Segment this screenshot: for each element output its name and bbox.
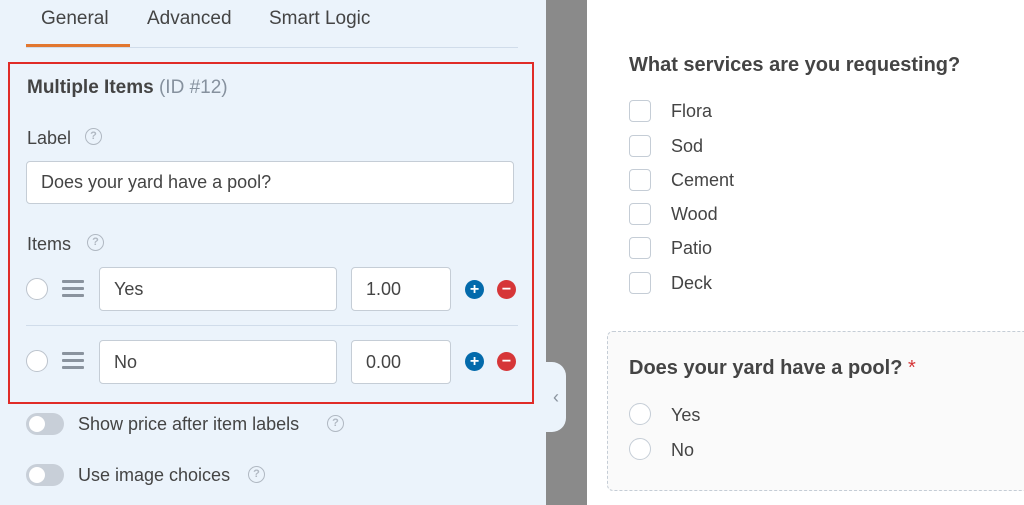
item-label-input[interactable]: No <box>99 340 337 384</box>
option-label: Sod <box>671 136 704 156</box>
radio[interactable] <box>629 403 651 425</box>
question-circle-icon[interactable]: ? <box>87 234 104 251</box>
tab-advanced[interactable]: Advanced <box>147 8 232 30</box>
question-circle-icon[interactable]: ? <box>327 415 344 432</box>
option-label: Patio <box>671 238 713 258</box>
option-label: Deck <box>671 273 713 293</box>
item-price-value: 1.00 <box>366 278 402 299</box>
field-title: Multiple Items (ID #12) <box>27 77 228 99</box>
tab-smart-logic[interactable]: Smart Logic <box>269 8 370 30</box>
item-label-input[interactable]: Yes <box>99 267 337 311</box>
minus-circle-icon[interactable]: − <box>497 280 516 299</box>
image-choices-toggle[interactable] <box>26 464 64 486</box>
option-label: Wood <box>671 204 718 224</box>
tab-general[interactable]: General <box>41 8 109 30</box>
selected-field-preview[interactable] <box>607 331 1024 491</box>
plus-circle-icon[interactable]: + <box>465 352 484 371</box>
show-price-label: Show price after item labels <box>78 414 300 434</box>
question-circle-icon[interactable]: ? <box>85 128 102 145</box>
option-label: Yes <box>671 405 701 425</box>
chevron-left-icon[interactable]: ‹ <box>546 362 566 432</box>
checkbox[interactable] <box>629 237 651 259</box>
drag-handle-icon[interactable] <box>62 352 84 370</box>
option-label: Flora <box>671 101 713 121</box>
item-label-value: Yes <box>114 278 144 299</box>
item-price-input[interactable]: 1.00 <box>351 267 451 311</box>
drag-handle-icon[interactable] <box>62 280 84 298</box>
item-label-value: No <box>114 351 138 372</box>
question-pool-text: Does your yard have a pool? <box>629 357 903 379</box>
item-price-value: 0.00 <box>366 351 402 372</box>
question-pool: Does your yard have a pool? * <box>629 357 916 380</box>
item-price-input[interactable]: 0.00 <box>351 340 451 384</box>
checkbox[interactable] <box>629 272 651 294</box>
item-default-radio[interactable] <box>26 350 48 372</box>
field-id: (ID #12) <box>158 77 228 98</box>
checkbox[interactable] <box>629 100 651 122</box>
question-services: What services are you requesting? <box>629 54 961 76</box>
item-default-radio[interactable] <box>26 278 48 300</box>
checkbox[interactable] <box>629 135 651 157</box>
label-heading: Label <box>27 128 72 148</box>
tabs-divider <box>26 47 518 48</box>
checkbox[interactable] <box>629 169 651 191</box>
option-label: No <box>671 440 695 460</box>
field-options-panel: General Advanced Smart Logic Multiple It… <box>0 0 546 505</box>
minus-circle-icon[interactable]: − <box>497 352 516 371</box>
checkbox[interactable] <box>629 203 651 225</box>
option-label: Cement <box>671 170 735 190</box>
radio[interactable] <box>629 438 651 460</box>
required-mark: * <box>907 357 916 379</box>
item-row-divider <box>26 325 518 326</box>
show-price-toggle[interactable] <box>26 413 64 435</box>
label-input-value: Does your yard have a pool? <box>41 172 272 192</box>
field-type-name: Multiple Items <box>27 77 154 98</box>
options-tabs: General Advanced Smart Logic <box>0 0 546 48</box>
items-heading: Items <box>27 234 72 254</box>
label-input[interactable]: Does your yard have a pool? <box>26 161 514 204</box>
image-choices-label: Use image choices <box>78 465 231 485</box>
question-circle-icon[interactable]: ? <box>248 466 265 483</box>
plus-circle-icon[interactable]: + <box>465 280 484 299</box>
